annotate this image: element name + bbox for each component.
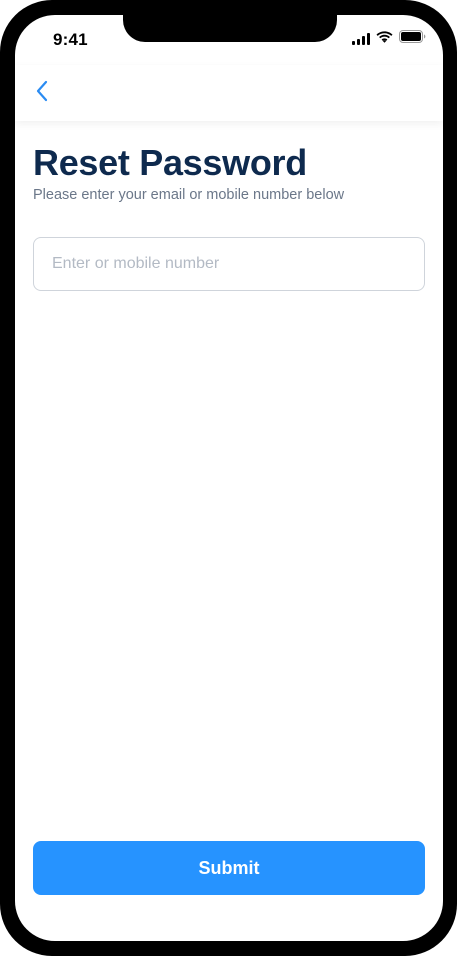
status-time: 9:41 xyxy=(53,30,88,49)
screen: 9:41 Reset Password Please enter your em… xyxy=(15,15,443,941)
chevron-left-icon xyxy=(35,80,49,107)
phone-frame: 9:41 Reset Password Please enter your em… xyxy=(0,0,457,956)
email-or-mobile-input[interactable] xyxy=(34,238,424,290)
email-or-mobile-field xyxy=(33,237,425,291)
page-title: Reset Password xyxy=(33,142,307,183)
signal-icon xyxy=(352,33,370,45)
battery-icon xyxy=(399,30,426,48)
wifi-icon xyxy=(376,30,393,48)
page-subtitle: Please enter your email or mobile number… xyxy=(33,187,345,203)
back-button[interactable] xyxy=(27,77,57,109)
status-icons xyxy=(352,30,426,48)
nav-bar xyxy=(15,65,443,121)
submit-button[interactable]: Submit xyxy=(33,841,425,895)
notch xyxy=(123,15,337,42)
